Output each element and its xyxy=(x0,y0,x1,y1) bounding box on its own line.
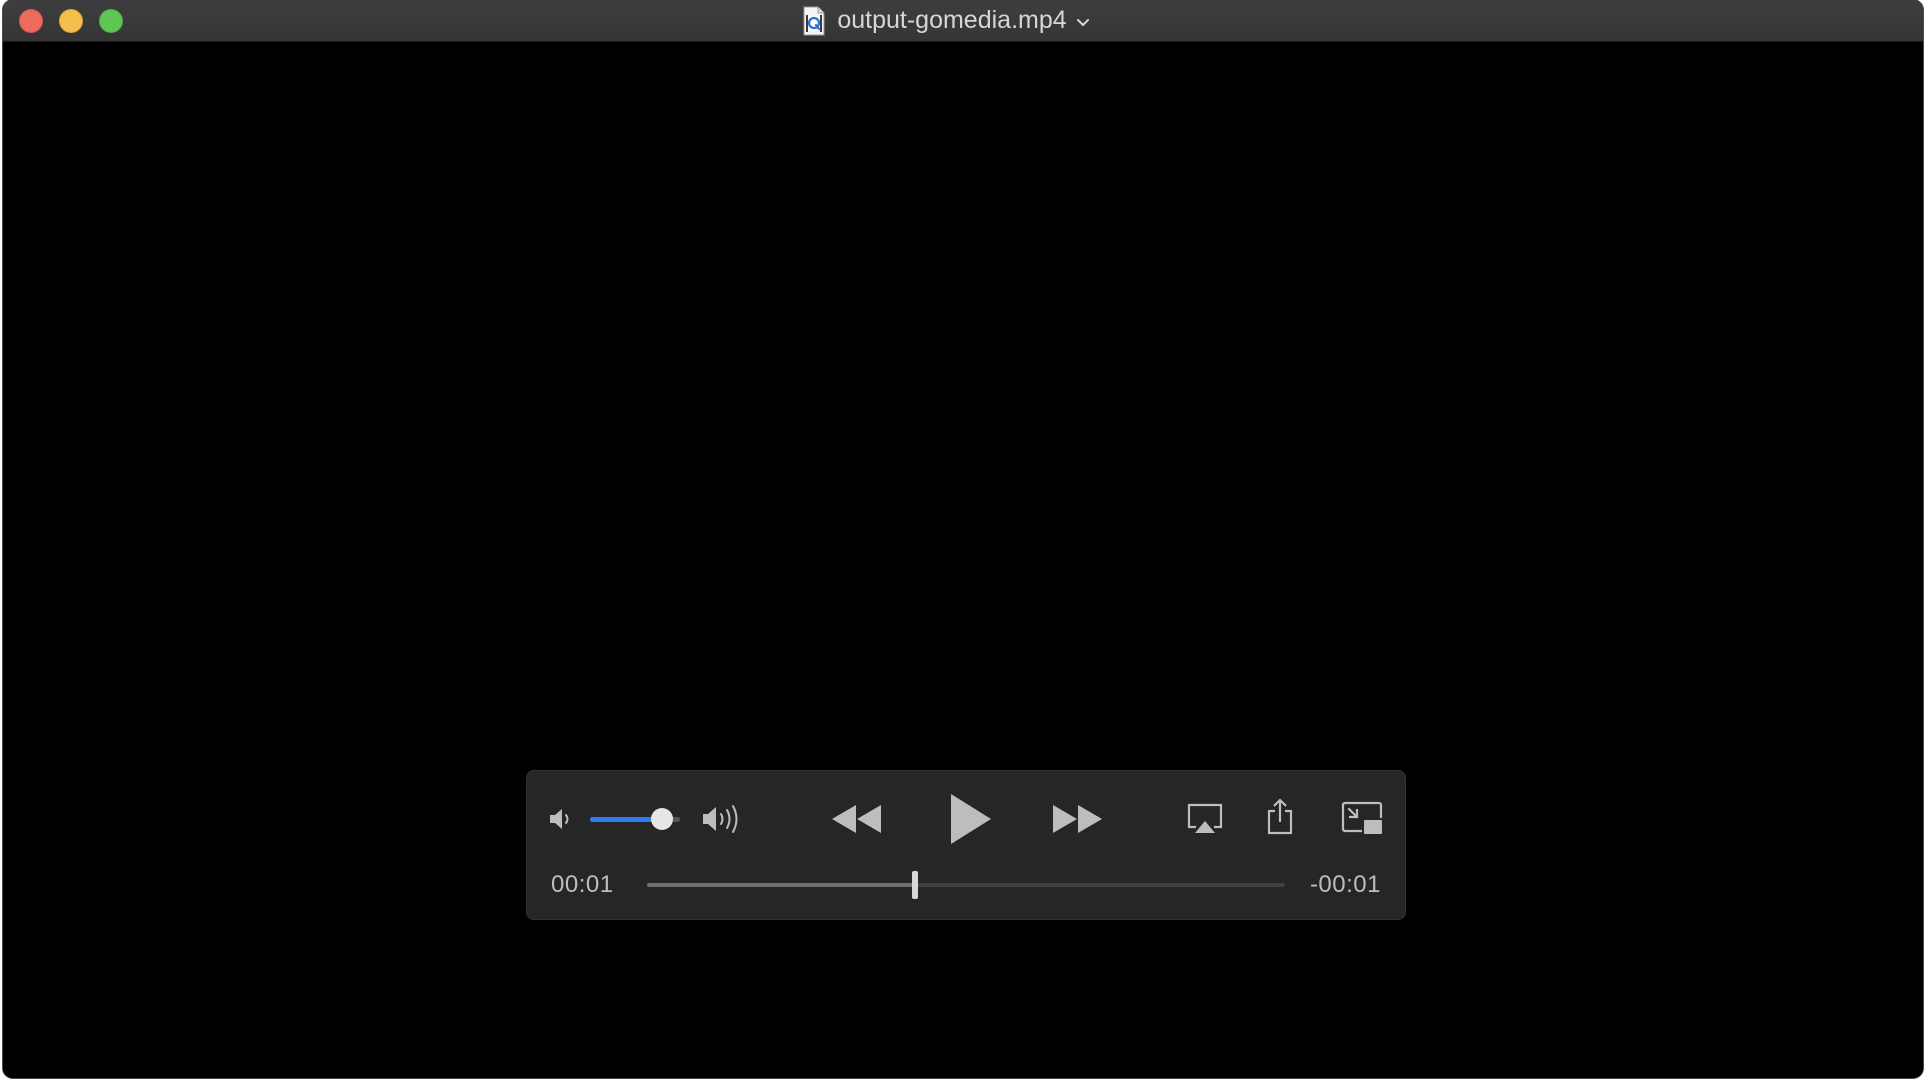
mute-button[interactable] xyxy=(547,805,575,833)
max-volume-button[interactable] xyxy=(700,803,746,835)
progress-scrubber[interactable] xyxy=(647,871,1285,899)
speaker-high-icon xyxy=(703,805,738,833)
progress-fill xyxy=(647,883,915,887)
remaining-time: -00:01 xyxy=(1309,871,1381,898)
quicktime-document-icon xyxy=(803,6,825,35)
speaker-low-icon xyxy=(550,809,569,829)
fast-forward-button[interactable] xyxy=(1049,799,1105,839)
elapsed-time: 00:01 xyxy=(551,871,614,898)
airplay-button[interactable] xyxy=(1186,801,1224,837)
window-title: output-gomedia.mp4 xyxy=(837,6,1067,34)
airplay-icon xyxy=(1187,803,1223,833)
volume-knob[interactable] xyxy=(651,808,673,830)
title-bar[interactable]: output-gomedia.mp4 xyxy=(3,0,1923,42)
playhead[interactable] xyxy=(911,871,918,899)
window-title-group[interactable]: output-gomedia.mp4 xyxy=(3,0,1923,41)
picture-in-picture-icon xyxy=(1341,801,1384,836)
picture-in-picture-button[interactable] xyxy=(1341,801,1385,839)
share-button[interactable] xyxy=(1265,797,1295,837)
rewind-icon xyxy=(832,805,881,833)
video-area[interactable] xyxy=(3,42,1923,1078)
playback-controls: 00:01 -00:01 xyxy=(526,770,1406,920)
share-icon xyxy=(1267,798,1293,835)
rewind-button[interactable] xyxy=(829,799,885,839)
volume-slider[interactable] xyxy=(590,808,680,830)
fast-forward-icon xyxy=(1053,805,1102,833)
chevron-down-icon[interactable] xyxy=(1075,15,1091,31)
play-icon xyxy=(951,794,991,844)
play-button[interactable] xyxy=(941,789,997,849)
player-window: output-gomedia.mp4 00:01 -00:01 xyxy=(3,0,1923,1078)
